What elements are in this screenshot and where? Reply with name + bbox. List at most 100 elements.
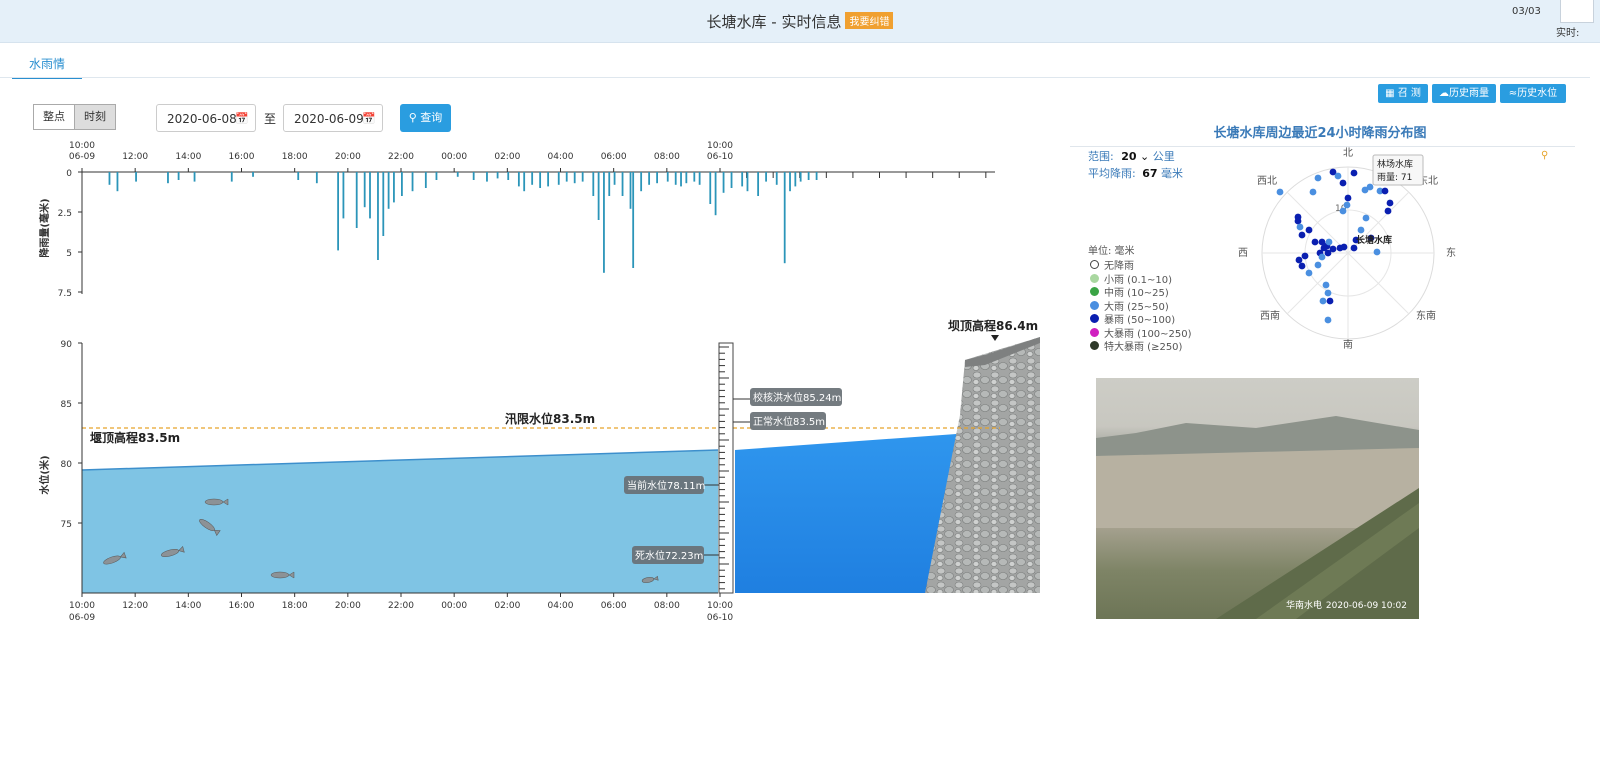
radar-direction: 东 xyxy=(1446,246,1456,259)
legend-item[interactable]: 暴雨 (50~100) xyxy=(1090,314,1192,328)
radar-station-dot[interactable] xyxy=(1386,199,1394,207)
legend-label: 大暴雨 (100~250) xyxy=(1104,328,1192,340)
end-date-input[interactable]: 2020-06-09 📅 xyxy=(283,104,383,132)
rain-x-tick-label: 08:00 xyxy=(654,152,680,162)
legend-item[interactable]: 大暴雨 (100~250) xyxy=(1090,327,1192,342)
wave-icon: ≈ xyxy=(1508,88,1518,99)
rain-bar xyxy=(648,172,651,185)
radar-station-dot[interactable] xyxy=(1322,281,1330,289)
radar-station-dot[interactable] xyxy=(1276,188,1284,196)
radar-station-dot[interactable] xyxy=(1357,226,1365,234)
mode-hourly-button[interactable]: 整点 xyxy=(33,104,75,130)
radar-station-dot[interactable] xyxy=(1294,217,1302,225)
rain-bar xyxy=(531,172,534,185)
mode-instant-button[interactable]: 时刻 xyxy=(74,104,116,130)
start-date-input[interactable]: 2020-06-08 📅 xyxy=(156,104,256,132)
water-y-tick-label: 90 xyxy=(61,340,73,350)
radar-station-dot[interactable] xyxy=(1326,297,1334,305)
legend-item[interactable]: 特大暴雨 (≥250) xyxy=(1090,341,1192,355)
radar-station-dot[interactable] xyxy=(1324,316,1332,324)
rain-legend: 无降雨 小雨 (0.1~10) 中雨 (10~25) 大雨 (25~50) 暴雨 (50… xyxy=(1090,260,1192,355)
rain-bar xyxy=(387,172,390,209)
rain-bar xyxy=(621,172,624,196)
legend-label: 大雨 (25~50) xyxy=(1104,301,1169,313)
water-x-tick-date: 06-09 xyxy=(69,613,95,623)
tab-water-rain[interactable]: 水雨情 xyxy=(12,51,82,79)
radar-station-dot[interactable] xyxy=(1296,223,1304,231)
radar-station-dot[interactable] xyxy=(1311,238,1319,246)
radar-station-dot[interactable] xyxy=(1350,169,1358,177)
legend-dot-icon xyxy=(1090,287,1099,296)
rain-bar xyxy=(656,172,658,184)
radar-station-dot[interactable] xyxy=(1305,269,1313,277)
legend-item[interactable]: 无降雨 xyxy=(1090,260,1192,274)
radar-station-dot[interactable] xyxy=(1314,261,1322,269)
legend-dot-icon xyxy=(1090,260,1099,269)
query-button[interactable]: ⚲ 查询 xyxy=(400,104,451,132)
camera-snapshot[interactable]: 华南水电 2020-06-09 10:02 xyxy=(1096,378,1419,619)
radar-station-dot[interactable] xyxy=(1381,187,1389,195)
rain-bar xyxy=(640,172,643,192)
radar-direction: 南 xyxy=(1343,338,1353,351)
normal-level-text: 正常水位83.5m xyxy=(753,415,825,428)
water-level-chart: 90 85 80 75 10:00 06-09 12:00 14:00 16:00 18:00 20… xyxy=(38,318,1040,623)
radar-station-dot[interactable] xyxy=(1295,256,1303,264)
range-select[interactable]: 20 xyxy=(1121,150,1136,163)
rain-bar xyxy=(342,172,345,219)
summon-measure-button[interactable]: ▦ 召 测 xyxy=(1378,84,1428,103)
zoom-search-icon[interactable]: ⚲ xyxy=(1541,150,1548,161)
rain-bar xyxy=(177,172,180,180)
radar-station-dot[interactable] xyxy=(1301,252,1309,260)
radar-station-dot[interactable] xyxy=(1384,207,1392,215)
report-error-badge[interactable]: 我要纠错 xyxy=(845,12,894,29)
radar-station-dot[interactable] xyxy=(1298,262,1306,270)
radar-station-dot[interactable] xyxy=(1325,238,1333,246)
rain-bar xyxy=(666,172,669,182)
radar-station-dot[interactable] xyxy=(1362,214,1370,222)
radar-plot: 北东北东东南南西南西西北 10 长塘水库 林场水库 雨量: 71 xyxy=(1238,147,1456,351)
dam-crest-marker xyxy=(991,335,999,341)
rain-bar xyxy=(424,172,427,188)
radar-station-dot[interactable] xyxy=(1314,174,1322,182)
radar-station-dot[interactable] xyxy=(1334,172,1342,180)
rain-bar xyxy=(377,172,379,260)
radar-station-dot[interactable] xyxy=(1343,201,1351,209)
calendar-icon: 📅 xyxy=(235,112,249,125)
radar-station-dot[interactable] xyxy=(1309,188,1317,196)
radar-station-dot[interactable] xyxy=(1339,207,1347,215)
rain-x-tick-label: 00:00 xyxy=(441,152,467,162)
radar-direction: 西北 xyxy=(1257,175,1277,187)
rain-bar xyxy=(799,172,802,182)
radar-station-dot[interactable] xyxy=(1298,231,1306,239)
radar-station-dot[interactable] xyxy=(1373,248,1381,256)
legend-item[interactable]: 大雨 (25~50) xyxy=(1090,300,1192,315)
radar-station-dot[interactable] xyxy=(1324,289,1332,297)
check-flood-text: 校核洪水位85.24m xyxy=(753,391,841,404)
radar-station-dot[interactable] xyxy=(1305,226,1313,234)
tab-divider xyxy=(0,77,1590,78)
rain-bars xyxy=(108,172,818,273)
radar-station-dot[interactable] xyxy=(1318,253,1326,261)
rain-x-tick-label: 16:00 xyxy=(229,152,255,162)
radar-station-dot[interactable] xyxy=(1319,297,1327,305)
rain-bar xyxy=(783,172,786,264)
history-rain-button[interactable]: ☁历史雨量 xyxy=(1432,84,1496,103)
radar-station-dot[interactable] xyxy=(1339,179,1347,187)
rain-bar xyxy=(680,172,682,187)
radar-station-dot[interactable] xyxy=(1324,249,1332,257)
rain-bar xyxy=(722,172,725,193)
legend-item[interactable]: 小雨 (0.1~10) xyxy=(1090,273,1192,288)
rain-bar xyxy=(486,172,488,182)
chevron-down-icon[interactable]: ⌄ xyxy=(1140,150,1149,163)
reservoir-water-history xyxy=(82,450,718,593)
rain-bar xyxy=(685,172,688,184)
legend-item[interactable]: 中雨 (10~25) xyxy=(1090,287,1192,301)
radar-station-dot[interactable] xyxy=(1340,243,1348,251)
history-level-button[interactable]: ≈历史水位 xyxy=(1500,84,1566,103)
rain-bar xyxy=(592,172,595,196)
water-y-tick-label: 75 xyxy=(61,520,72,530)
water-x-tick-date: 06-10 xyxy=(707,613,733,623)
radar-station-dot[interactable] xyxy=(1361,186,1369,194)
rain-bar xyxy=(746,172,749,192)
radar-station-dot[interactable] xyxy=(1344,194,1352,202)
